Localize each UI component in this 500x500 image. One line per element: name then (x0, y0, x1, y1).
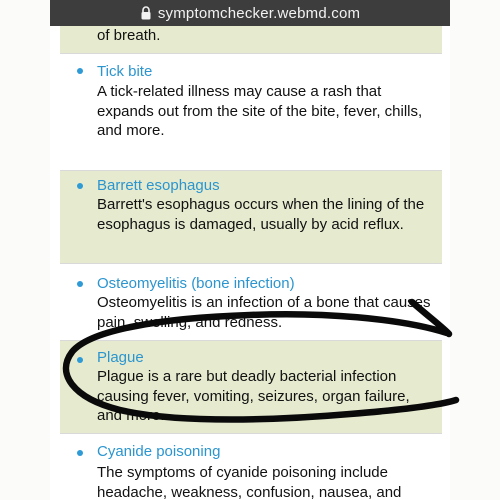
item-description: A tick-related illness may cause a rash … (97, 83, 423, 139)
item-description: Plague is a rare but deadly bacterial in… (97, 368, 410, 424)
bullet-icon (77, 183, 83, 189)
url-text: symptomchecker.webmd.com (157, 4, 361, 22)
item-description: of breath. (97, 27, 161, 44)
page-margin-left (0, 0, 50, 500)
condition-link[interactable]: Barrett esophagus (97, 176, 220, 195)
list-item-partial: of breath. (60, 26, 442, 53)
bullet-icon (77, 450, 83, 456)
page-margin-right (450, 0, 500, 500)
bullet-icon (77, 357, 83, 363)
list-item[interactable]: Cyanide poisoning The symptoms of cyanid… (60, 434, 442, 500)
item-description: The symptoms of cyanide poisoning includ… (97, 464, 402, 500)
condition-link[interactable]: Cyanide poisoning (97, 442, 220, 461)
list-item[interactable]: Tick bite A tick-related illness may cau… (60, 54, 442, 170)
lock-icon (140, 6, 152, 20)
address-bar[interactable]: symptomchecker.webmd.com (50, 0, 450, 26)
bullet-icon (77, 68, 83, 74)
bullet-icon (77, 281, 83, 287)
list-item[interactable]: Barrett esophagus Barrett's esophagus oc… (60, 171, 442, 263)
list-item[interactable]: Plague Plague is a rare but deadly bacte… (60, 341, 442, 433)
condition-link[interactable]: Plague (97, 348, 144, 367)
condition-link[interactable]: Tick bite (97, 62, 152, 81)
item-description: Osteomyelitis is an infection of a bone … (97, 294, 431, 331)
item-description: Barrett's esophagus occurs when the lini… (97, 196, 425, 233)
condition-link[interactable]: Osteomyelitis (bone infection) (97, 274, 295, 293)
list-item[interactable]: Osteomyelitis (bone infection) Osteomyel… (60, 264, 442, 340)
symptom-results-list: of breath. Tick bite A tick-related illn… (60, 26, 442, 500)
